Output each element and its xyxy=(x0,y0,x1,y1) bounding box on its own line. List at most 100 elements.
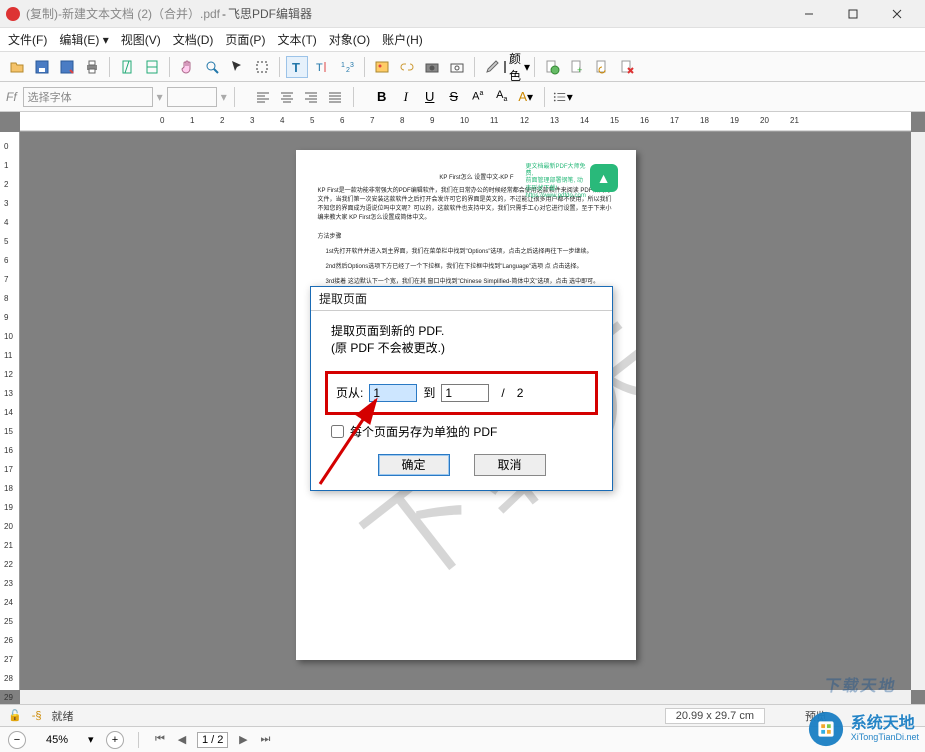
align-center[interactable] xyxy=(276,86,298,108)
dialog-title: 提取页面 xyxy=(311,287,612,311)
vertical-text-tool[interactable]: T xyxy=(311,56,333,78)
maximize-button[interactable] xyxy=(831,0,875,28)
menu-file[interactable]: 文件(F) xyxy=(8,31,47,48)
color-picker[interactable]: 颜色 ▾ xyxy=(506,56,528,78)
from-label: 页从: xyxy=(336,384,363,401)
page-mode-2[interactable] xyxy=(141,56,163,78)
zoom-dropdown-icon[interactable]: ▾ xyxy=(88,733,98,746)
zoom-percent[interactable]: 45% xyxy=(34,734,80,746)
checkbox-label: 每个页面另存为单独的 PDF xyxy=(350,423,497,440)
color-label: 颜色 xyxy=(509,50,521,84)
zoom-in-button[interactable]: + xyxy=(106,731,124,749)
horizontal-scrollbar[interactable] xyxy=(20,690,911,704)
menu-edit[interactable]: 编辑(E) ▾ xyxy=(59,31,108,48)
select-tool[interactable] xyxy=(226,56,248,78)
next-page-button[interactable]: ▶ xyxy=(236,733,250,746)
corner-watermark: 下载天地 xyxy=(823,672,899,696)
toolbar-format: Ff 选择字体 ▾ ▾ B I U S Aa Aa A ▾ ▾ xyxy=(0,82,925,112)
titlebar: (复制)-新建文本文档 (2)（合并）.pdf - 飞思PDF编辑器 xyxy=(0,0,925,28)
close-button[interactable] xyxy=(875,0,919,28)
page-rotate-button[interactable] xyxy=(591,56,613,78)
brand-name: 系统天地 xyxy=(851,716,919,732)
minimize-button[interactable] xyxy=(787,0,831,28)
toolbar-main: T T 123 颜色 ▾ + xyxy=(0,52,925,82)
dialog-message: 提取页面到新的 PDF. (原 PDF 不会被更改.) xyxy=(331,323,598,357)
align-left[interactable] xyxy=(252,86,274,108)
rect-select-tool[interactable] xyxy=(251,56,273,78)
prev-page-button[interactable]: ◀ xyxy=(175,733,189,746)
eyedropper-tool[interactable] xyxy=(481,56,503,78)
text-tool[interactable]: T xyxy=(286,56,308,78)
link-tool[interactable] xyxy=(396,56,418,78)
lock-icon: 🔓 xyxy=(8,709,22,722)
svg-text:1: 1 xyxy=(341,62,345,69)
snapshot-tool[interactable] xyxy=(446,56,468,78)
brand-watermark: 系统天地 XiTongTianDi.net xyxy=(807,710,919,748)
print-button[interactable] xyxy=(81,56,103,78)
menu-document[interactable]: 文档(D) xyxy=(173,31,214,48)
menubar: 文件(F) 编辑(E) ▾ 视图(V) 文档(D) 页面(P) 文本(T) 对象… xyxy=(0,28,925,52)
svg-text:T: T xyxy=(292,60,300,75)
list-button[interactable]: ▾ xyxy=(552,86,574,108)
statusbar: 🔓 -§ 就绪 20.99 x 29.7 cm 预览 xyxy=(0,704,925,726)
from-input[interactable] xyxy=(369,384,417,402)
strike-button[interactable]: S xyxy=(443,86,465,108)
svg-text:+: + xyxy=(577,65,582,75)
brand-logo-icon xyxy=(807,710,845,748)
save-button[interactable] xyxy=(31,56,53,78)
zoom-tool[interactable] xyxy=(201,56,223,78)
menu-text[interactable]: 文本(T) xyxy=(277,31,316,48)
size-select[interactable] xyxy=(167,87,217,107)
horizontal-ruler: 0123456789101112131415161718192021 xyxy=(20,112,911,132)
page-add-button[interactable]: + xyxy=(566,56,588,78)
app-name: 飞思PDF编辑器 xyxy=(228,5,312,22)
zoom-out-button[interactable]: − xyxy=(8,731,26,749)
superscript-button[interactable]: Aa xyxy=(467,86,489,108)
font-icon: Ff xyxy=(6,90,17,104)
to-input[interactable] xyxy=(441,384,489,402)
open-button[interactable] xyxy=(6,56,28,78)
font-color-button[interactable]: A ▾ xyxy=(515,86,537,108)
step-3: 3rd接着 这边默认下一个宽，我们在其 窗口中找到"Chinese Simpli… xyxy=(326,276,614,285)
italic-button[interactable]: I xyxy=(395,86,417,108)
total-pages: 2 xyxy=(517,386,524,400)
first-page-button[interactable]: ⏮ xyxy=(153,733,167,746)
camera-tool[interactable] xyxy=(421,56,443,78)
step-2: 2nd然后Options选项下方已经了一个下拉框，我们在下拉框中找到"Langu… xyxy=(326,261,614,270)
bold-button[interactable]: B xyxy=(371,86,393,108)
brand-sub: XiTongTianDi.net xyxy=(851,732,919,742)
hand-tool[interactable] xyxy=(176,56,198,78)
line-spacing-tool[interactable]: 123 xyxy=(336,56,358,78)
last-page-button[interactable]: ⏭ xyxy=(258,733,272,746)
ok-button[interactable]: 确定 xyxy=(378,454,450,476)
font-select[interactable]: 选择字体 xyxy=(23,87,153,107)
image-tool[interactable] xyxy=(371,56,393,78)
page-mode-1[interactable] xyxy=(116,56,138,78)
page-dimensions: 20.99 x 29.7 cm xyxy=(665,708,765,724)
page-indicator[interactable]: 1 / 2 xyxy=(197,732,228,748)
slash: / xyxy=(501,386,504,400)
each-page-separate-checkbox[interactable] xyxy=(331,425,344,438)
range-highlight: 页从: 到 / 2 xyxy=(325,371,598,415)
save-as-button[interactable] xyxy=(56,56,78,78)
menu-page[interactable]: 页面(P) xyxy=(225,31,265,48)
svg-text:3: 3 xyxy=(350,62,354,69)
align-justify[interactable] xyxy=(324,86,346,108)
doc-title: (复制)-新建文本文档 (2)（合并）.pdf xyxy=(26,5,220,22)
vertical-scrollbar[interactable] xyxy=(911,132,925,690)
section-title: 方法步骤 xyxy=(318,231,614,240)
align-right[interactable] xyxy=(300,86,322,108)
menu-object[interactable]: 对象(O) xyxy=(329,31,370,48)
zoombar: − 45% ▾ + ⏮ ◀ 1 / 2 ▶ ⏭ xyxy=(0,726,925,752)
menu-view[interactable]: 视图(V) xyxy=(121,31,161,48)
svg-text:T: T xyxy=(316,62,323,74)
cancel-button[interactable]: 取消 xyxy=(474,454,546,476)
subscript-button[interactable]: Aa xyxy=(491,86,513,108)
page-delete-button[interactable] xyxy=(616,56,638,78)
vertical-ruler: 0123456789101112131415161718192021222324… xyxy=(0,132,20,690)
underline-button[interactable]: U xyxy=(419,86,441,108)
app-icon xyxy=(6,7,20,21)
step-1: 1st先打开软件并进入到主界面，我们在菜单栏中找到"Options"选项，点击之… xyxy=(326,246,614,255)
page-insert-button[interactable] xyxy=(541,56,563,78)
menu-account[interactable]: 账户(H) xyxy=(382,31,423,48)
